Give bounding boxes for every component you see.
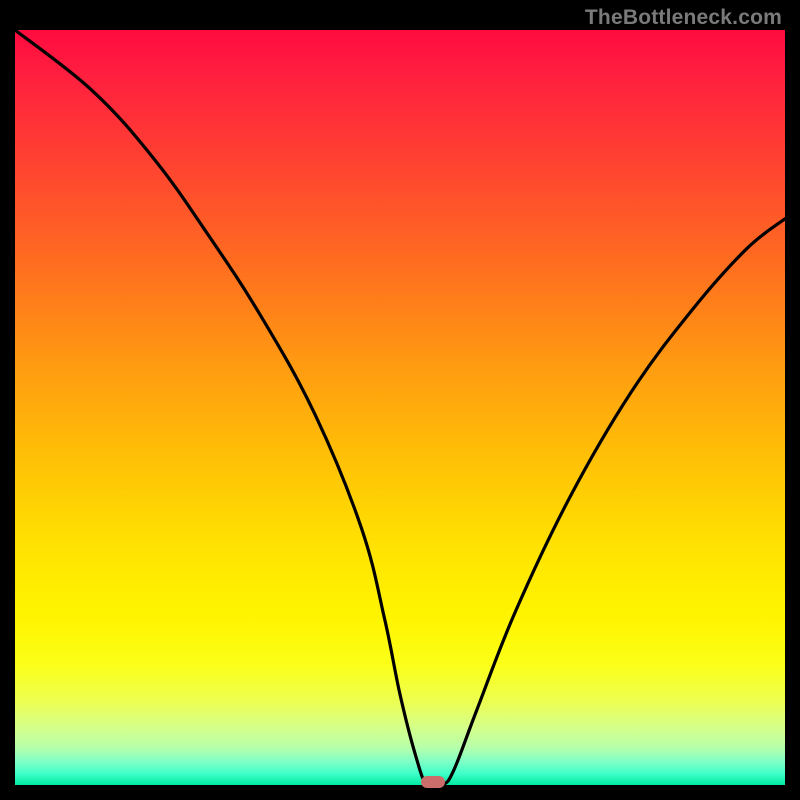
minimum-marker bbox=[421, 776, 445, 788]
bottleneck-curve bbox=[15, 30, 785, 785]
plot-area bbox=[15, 30, 785, 785]
chart-container: TheBottleneck.com bbox=[0, 0, 800, 800]
watermark-text: TheBottleneck.com bbox=[585, 6, 782, 30]
